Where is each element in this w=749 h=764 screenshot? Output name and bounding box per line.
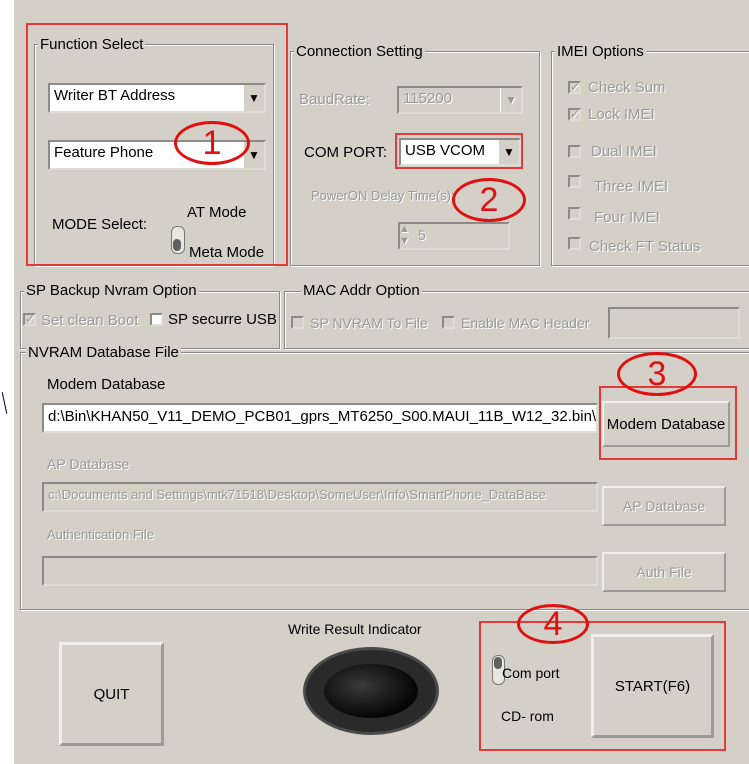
write-result-indicator-label: Write Result Indicator xyxy=(288,621,422,637)
annotation-circle-3: 3 xyxy=(617,352,697,396)
ap-database-button[interactable]: AP Database xyxy=(602,486,726,526)
lock-imei-label: Lock IMEI xyxy=(588,106,655,123)
annotation-box-4 xyxy=(479,621,726,751)
quit-button[interactable]: QUIT xyxy=(59,642,164,746)
check-sum-checkbox[interactable]: ✓ xyxy=(568,81,581,94)
annotation-box-2 xyxy=(395,133,523,169)
authentication-file-label: Authentication File xyxy=(47,527,154,542)
connection-setting-legend: Connection Setting xyxy=(294,43,425,60)
modem-database-path[interactable]: d:\Bin\KHAN50_V11_DEMO_PCB01_gprs_MT6250… xyxy=(42,403,598,433)
sp-backup-legend: SP Backup Nvram Option xyxy=(24,282,199,299)
mac-addr-legend: MAC Addr Option xyxy=(301,282,422,299)
ap-database-label: AP Database xyxy=(47,456,130,472)
ap-database-path[interactable]: c:\Documents and Settings\mtk71518\Deskt… xyxy=(42,482,598,512)
three-imei-checkbox[interactable] xyxy=(568,175,581,188)
write-result-indicator xyxy=(306,650,436,732)
ap-database-button-label: AP Database xyxy=(622,498,706,514)
set-clean-boot-label: Set clean Boot xyxy=(41,312,139,329)
sp-nvram-to-file-label: SP NVRAM To File xyxy=(310,315,428,331)
baudrate-value: 115200 xyxy=(403,90,452,107)
spin-arrows-icon[interactable]: ▲ ▼ xyxy=(399,223,410,247)
check-ft-status-checkbox[interactable] xyxy=(568,237,581,250)
chevron-down-icon[interactable]: ▼ xyxy=(500,88,521,112)
dual-imei-checkbox[interactable] xyxy=(568,145,581,158)
annotation-number-3: 3 xyxy=(647,355,667,393)
set-clean-boot-checkbox[interactable]: ✓ xyxy=(23,313,36,326)
sp-secure-usb-label: SP securre USB xyxy=(168,311,277,328)
quit-button-label: QUIT xyxy=(93,685,130,703)
annotation-circle-4: 4 xyxy=(517,604,589,644)
lock-imei-checkbox[interactable]: ✓ xyxy=(568,108,581,121)
dual-imei-label: Dual IMEI xyxy=(591,143,657,160)
mac-header-input[interactable] xyxy=(608,307,740,339)
auth-file-button[interactable]: Auth File xyxy=(602,552,726,592)
annotation-box-3 xyxy=(599,386,737,460)
baudrate-label: BaudRate: xyxy=(299,91,370,108)
sp-nvram-to-file-checkbox[interactable] xyxy=(291,316,304,329)
baudrate-dropdown[interactable]: 115200 ▼ xyxy=(397,86,523,114)
check-sum-label: Check Sum xyxy=(588,79,666,96)
nvram-database-legend: NVRAM Database File xyxy=(26,344,181,361)
authentication-file-path[interactable] xyxy=(42,556,598,586)
main-window: Function Select Writer BT Address ▼ Feat… xyxy=(14,0,749,764)
poweron-delay-value: 5 xyxy=(418,227,426,243)
poweron-delay-label: PowerON Delay Time(s): xyxy=(311,188,455,203)
annotation-number-2: 2 xyxy=(479,181,499,219)
sp-secure-usb-checkbox[interactable] xyxy=(150,313,163,326)
enable-mac-header-checkbox[interactable] xyxy=(442,316,455,329)
annotation-circle-1: 1 xyxy=(174,121,250,165)
three-imei-label: Three IMEI xyxy=(594,178,669,195)
enable-mac-header-label: Enable MAC Header xyxy=(461,315,590,331)
four-imei-label: Four IMEI xyxy=(594,209,660,226)
four-imei-checkbox[interactable] xyxy=(568,207,581,220)
annotation-number-4: 4 xyxy=(543,605,563,643)
poweron-delay-input[interactable]: 5 xyxy=(398,222,510,250)
annotation-number-1: 1 xyxy=(202,124,222,162)
indicator-lamp xyxy=(324,664,418,718)
imei-options-legend: IMEI Options xyxy=(555,43,646,60)
com-port-label: COM PORT: xyxy=(304,144,388,161)
modem-database-label: Modem Database xyxy=(47,376,166,393)
check-ft-status-label: Check FT Status xyxy=(589,238,701,255)
annotation-circle-2: 2 xyxy=(452,178,526,222)
edge-mark xyxy=(1,392,8,414)
auth-file-button-label: Auth File xyxy=(636,564,692,580)
